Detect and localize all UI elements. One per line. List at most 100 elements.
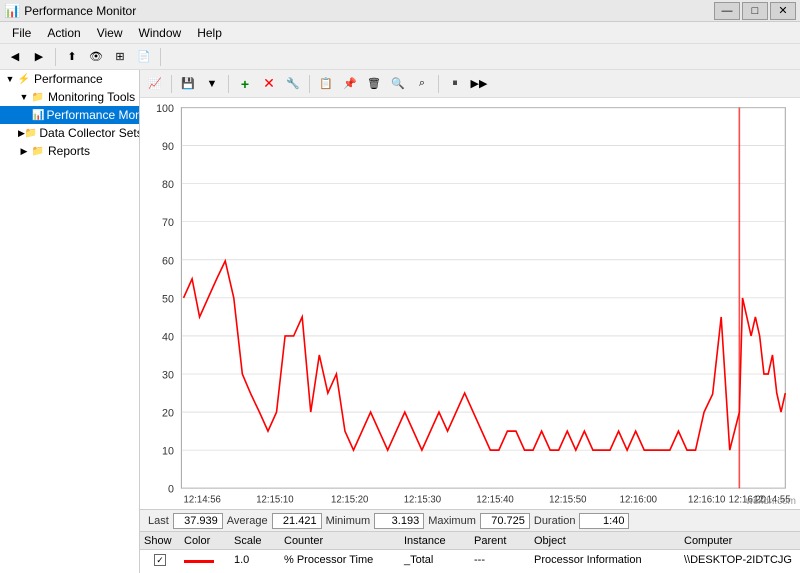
svg-text:12:15:40: 12:15:40: [476, 495, 514, 505]
sidebar-label-performance-monitor: Performance Monitor: [46, 108, 140, 122]
color-indicator: [184, 560, 214, 563]
chart-tb-sep3: [309, 75, 310, 93]
svg-text:12:15:10: 12:15:10: [256, 495, 294, 505]
header-instance: Instance: [400, 535, 470, 547]
table-row[interactable]: ✓ 1.0 % Processor Time _Total --- Proces…: [140, 550, 800, 570]
toolbar-sep1: [55, 48, 56, 66]
performance-chart: 100 90 80 70 60 50 40 30 20 10 0 12:14:5…: [144, 102, 796, 505]
clear-btn[interactable]: 🗑: [363, 73, 385, 95]
chart-view-btn[interactable]: 📈: [144, 73, 166, 95]
chart-tb-sep2: [228, 75, 229, 93]
chart-toolbar: 📈 💾 ▼ + ✕ 🔧 📋 📌 🗑 🔍 ⌕ ⏸ ▶▶: [140, 70, 800, 98]
sidebar-label-monitoring-tools: Monitoring Tools: [48, 90, 135, 104]
minimum-label: Minimum: [326, 515, 371, 527]
sidebar-item-performance[interactable]: ▼ ⚡ Performance: [0, 70, 139, 88]
menu-view[interactable]: View: [89, 24, 131, 42]
show-checkbox[interactable]: ✓: [154, 554, 166, 566]
title-bar: 📊 Performance Monitor — □ ✕: [0, 0, 800, 22]
svg-text:30: 30: [162, 369, 174, 381]
svg-text:12:15:20: 12:15:20: [331, 495, 369, 505]
paste-btn[interactable]: 📌: [339, 73, 361, 95]
sidebar-item-performance-monitor[interactable]: 📊 Performance Monitor: [0, 106, 139, 124]
menu-window[interactable]: Window: [131, 24, 190, 42]
chart-tb2[interactable]: ▼: [201, 73, 223, 95]
average-label: Average: [227, 515, 268, 527]
arrow-icon-collector: ▶: [18, 127, 25, 139]
arrow-icon-reports: ▶: [18, 145, 30, 157]
header-object: Object: [530, 535, 680, 547]
chart-area: 100 90 80 70 60 50 40 30 20 10 0 12:14:5…: [140, 98, 800, 509]
svg-text:12:16:10: 12:16:10: [688, 495, 726, 505]
toolbar-back[interactable]: ◀: [4, 46, 26, 68]
average-value: 21.421: [272, 513, 322, 529]
sidebar-label-reports: Reports: [48, 144, 90, 158]
pause-btn[interactable]: ⏸: [444, 73, 466, 95]
header-parent: Parent: [470, 535, 530, 547]
watermark: wsxdn.com: [746, 496, 796, 507]
toolbar-up[interactable]: ⬆: [61, 46, 83, 68]
toolbar-action1[interactable]: 📄: [133, 46, 155, 68]
row-instance-cell: _Total: [400, 554, 470, 566]
maximum-value: 70.725: [480, 513, 530, 529]
row-counter-cell: % Processor Time: [280, 554, 400, 566]
chart-tb-sep4: [438, 75, 439, 93]
toolbar-collapse[interactable]: ⊞: [109, 46, 131, 68]
menu-bar: File Action View Window Help: [0, 22, 800, 44]
svg-text:50: 50: [162, 293, 174, 305]
menu-action[interactable]: Action: [39, 24, 88, 42]
svg-text:60: 60: [162, 255, 174, 267]
sidebar-label-performance: Performance: [34, 72, 103, 86]
folder-icon-reports: 📁: [30, 143, 46, 159]
header-scale: Scale: [230, 535, 280, 547]
sidebar: ▼ ⚡ Performance ▼ 📁 Monitoring Tools 📊 P…: [0, 70, 140, 573]
stats-bar: Last 37.939 Average 21.421 Minimum 3.193…: [140, 509, 800, 531]
sidebar-item-monitoring-tools[interactable]: ▼ 📁 Monitoring Tools: [0, 88, 139, 106]
minimum-value: 3.193: [374, 513, 424, 529]
menu-file[interactable]: File: [4, 24, 39, 42]
svg-text:90: 90: [162, 141, 174, 153]
main-toolbar: ◀ ▶ ⬆ 👁 ⊞ 📄: [0, 44, 800, 70]
chart-export-btn[interactable]: 💾: [177, 73, 199, 95]
perf-icon: ⚡: [16, 71, 32, 87]
copy-btn[interactable]: 📋: [315, 73, 337, 95]
window-controls: — □ ✕: [714, 2, 796, 20]
svg-text:12:16:00: 12:16:00: [620, 495, 658, 505]
sidebar-item-collector-sets[interactable]: ▶ 📁 Data Collector Sets: [0, 124, 139, 142]
close-button[interactable]: ✕: [770, 2, 796, 20]
row-show-cell[interactable]: ✓: [140, 554, 180, 566]
add-counter-btn[interactable]: +: [234, 73, 256, 95]
counter-table: Show Color Scale Counter Instance Parent…: [140, 531, 800, 573]
delete-counter-btn[interactable]: ✕: [258, 73, 280, 95]
sidebar-item-reports[interactable]: ▶ 📁 Reports: [0, 142, 139, 160]
row-object-cell: Processor Information: [530, 554, 680, 566]
svg-text:12:14:56: 12:14:56: [184, 495, 222, 505]
properties-btn[interactable]: 🔧: [282, 73, 304, 95]
menu-help[interactable]: Help: [189, 24, 230, 42]
row-color-cell: [180, 554, 230, 566]
zoom-btn[interactable]: 🔍: [387, 73, 409, 95]
last-value: 37.939: [173, 513, 223, 529]
svg-text:12:15:50: 12:15:50: [549, 495, 587, 505]
restore-button[interactable]: □: [742, 2, 768, 20]
find-btn[interactable]: ⌕: [411, 73, 433, 95]
header-color: Color: [180, 535, 230, 547]
toolbar-show[interactable]: 👁: [85, 46, 107, 68]
svg-text:0: 0: [168, 483, 174, 495]
header-counter: Counter: [280, 535, 400, 547]
counter-table-header: Show Color Scale Counter Instance Parent…: [140, 532, 800, 550]
minimize-button[interactable]: —: [714, 2, 740, 20]
svg-text:40: 40: [162, 331, 174, 343]
svg-text:100: 100: [156, 103, 174, 115]
header-show: Show: [140, 535, 180, 547]
svg-text:70: 70: [162, 217, 174, 229]
last-label: Last: [148, 515, 169, 527]
play-btn[interactable]: ▶▶: [468, 73, 490, 95]
right-panel: 📈 💾 ▼ + ✕ 🔧 📋 📌 🗑 🔍 ⌕ ⏸ ▶▶: [140, 70, 800, 573]
toolbar-sep2: [160, 48, 161, 66]
row-parent-cell: ---: [470, 554, 530, 566]
title-bar-text: Performance Monitor: [24, 4, 136, 18]
toolbar-forward[interactable]: ▶: [28, 46, 50, 68]
arrow-icon-monitoring: ▼: [18, 91, 30, 103]
chart-icon-perfmon: 📊: [32, 107, 44, 123]
main-content: ▼ ⚡ Performance ▼ 📁 Monitoring Tools 📊 P…: [0, 70, 800, 573]
